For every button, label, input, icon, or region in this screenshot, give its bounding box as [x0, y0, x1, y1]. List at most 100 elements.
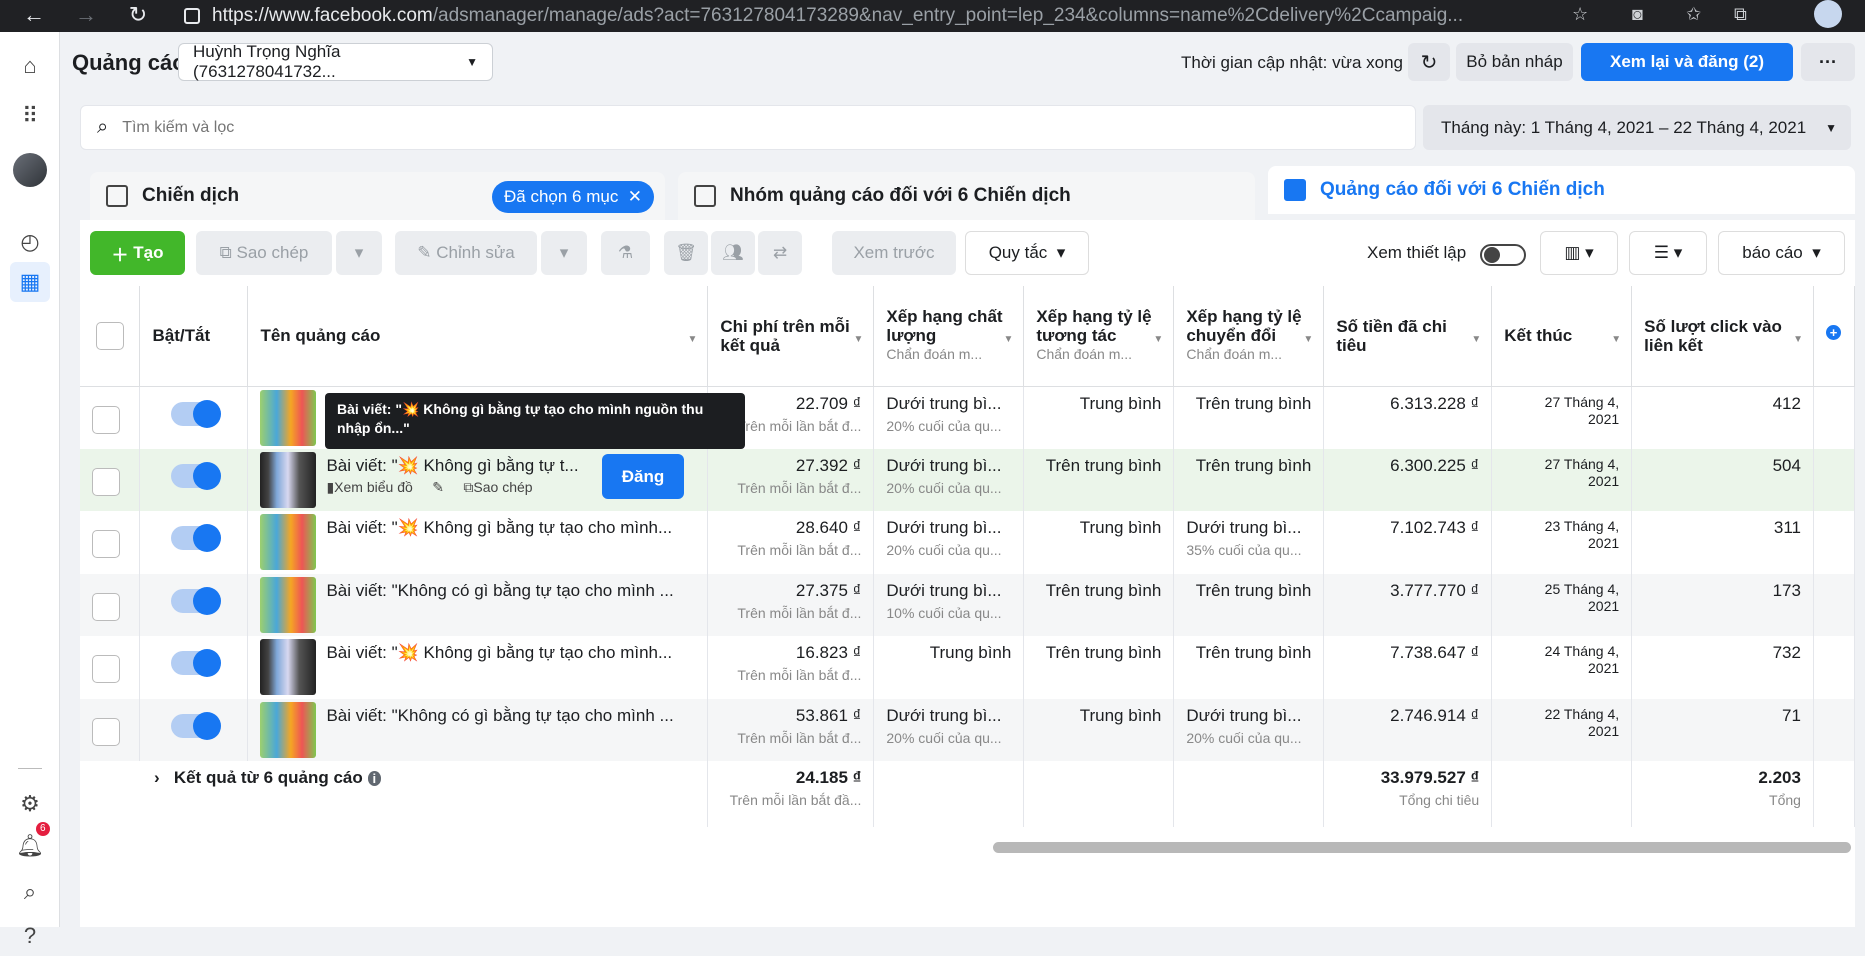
date-range-picker[interactable]: Tháng này: 1 Tháng 4, 2021 – 22 Tháng 4,…: [1423, 105, 1851, 150]
help-icon[interactable]: ?: [10, 916, 50, 956]
ad-name-cell[interactable]: Bài viết: "💥 Không gì bằng tự tạo cho mì…: [247, 636, 709, 699]
all-tools-icon[interactable]: ⠿: [10, 96, 50, 136]
row-checkbox[interactable]: [92, 655, 120, 683]
ad-toggle[interactable]: [170, 461, 221, 490]
home-icon[interactable]: ⌂: [10, 46, 50, 86]
ad-thumbnail: [260, 389, 317, 446]
duplicate-link[interactable]: Sao chép: [473, 479, 532, 495]
ad-toggle[interactable]: [170, 586, 221, 615]
tab-campaigns[interactable]: Chiến dịch Đã chọn 6 mục ✕: [90, 172, 665, 220]
search-input[interactable]: [122, 118, 1323, 137]
view-chart-link[interactable]: Xem biểu đồ: [334, 479, 413, 495]
address-bar[interactable]: https://www.facebook.com/adsmanager/mana…: [184, 0, 1554, 32]
refresh-button[interactable]: ↻: [1408, 43, 1450, 81]
row-checkbox[interactable]: [92, 592, 120, 621]
collections-icon[interactable]: ⧉: [1734, 4, 1747, 25]
edit-dropdown[interactable]: ▾: [541, 231, 587, 275]
edit-button[interactable]: ✎ Chỉnh sửa: [395, 231, 537, 275]
row-checkbox[interactable]: [92, 530, 120, 558]
row-checkbox[interactable]: [92, 405, 120, 434]
engagement-cell: Trung bình: [1023, 511, 1175, 574]
create-button[interactable]: ＋ Tạo: [90, 231, 185, 275]
table-row[interactable]: Bài viết: "Không có gì bằng tự tạo cho m…: [80, 698, 1856, 761]
delete-button[interactable]: 🗑︎: [664, 231, 708, 275]
discard-drafts-button[interactable]: Bỏ bản nháp: [1456, 43, 1573, 81]
reports-button[interactable]: báo cáo ▾: [1718, 231, 1845, 275]
col-quality[interactable]: Xếp hạng chất lượng Chẩn đoán m... ▼: [873, 286, 1025, 387]
search-icon[interactable]: ⌕: [10, 872, 50, 912]
col-name[interactable]: Tên quảng cáo ▼: [247, 286, 709, 387]
ad-name[interactable]: Bài viết: "Không có gì bằng tự tạo cho m…: [326, 706, 673, 726]
ad-toggle[interactable]: [170, 711, 221, 740]
pencil-icon[interactable]: ✎: [432, 479, 444, 495]
breakdown-button[interactable]: ☰ ▾: [1629, 231, 1707, 275]
publish-button[interactable]: Đăng: [602, 454, 684, 499]
row-checkbox[interactable]: [92, 717, 120, 746]
add-column-icon[interactable]: +: [1826, 325, 1841, 340]
account-selector[interactable]: Huỳnh Trọng Nghĩa (7631278041732... ▼: [178, 42, 493, 81]
tab-adsets[interactable]: Nhóm quảng cáo đối với 6 Chiến dịch: [678, 172, 1255, 220]
col-engagement[interactable]: Xếp hạng tỷ lệ tương tác Chẩn đoán m... ▼: [1023, 286, 1175, 387]
table-row[interactable]: Bài viết: "💥 Không gì bằng tự t... ▮Xem b…: [80, 448, 1856, 511]
ad-name-cell[interactable]: Bài viết: "💥 Không gì bằng tự tạo cho mì…: [247, 511, 709, 574]
add-favorite-icon[interactable]: ☆: [1572, 4, 1588, 25]
search-bar[interactable]: ⌕: [80, 105, 1416, 150]
select-all-checkbox[interactable]: [95, 321, 124, 350]
col-spent[interactable]: Số tiền đã chi tiêu ▼: [1323, 286, 1493, 387]
reload-icon[interactable]: ↻: [120, 2, 156, 28]
profile-avatar[interactable]: [10, 150, 50, 190]
col-cost-per-result[interactable]: Chi phí trên mỗi kết quả ▼: [707, 286, 875, 387]
ad-toggle[interactable]: [170, 649, 221, 677]
ad-toggle[interactable]: [170, 524, 221, 552]
ad-name[interactable]: Bài viết: "💥 Không gì bằng tự tạo cho mì…: [326, 518, 672, 538]
engagement-cell: Trên trung bình: [1023, 636, 1175, 699]
ads-panel: ＋ Tạo ⧉ Sao chép ▾ ✎ Chỉnh sửa ▾ ⚗ 🗑︎ 👥︎…: [80, 220, 1856, 927]
ends-cell: 25 Tháng 4, 2021: [1491, 573, 1633, 636]
duplicate-button[interactable]: ⧉ Sao chép: [196, 231, 332, 275]
chevron-right-icon[interactable]: ›: [154, 768, 160, 787]
close-icon[interactable]: ✕: [628, 187, 642, 207]
ad-name-cell[interactable]: Bài viết: "Không có gì bằng tự tạo cho m…: [247, 698, 709, 761]
ads-manager-icon[interactable]: ▦: [10, 262, 50, 302]
profile-icon[interactable]: [1814, 0, 1842, 28]
rules-button[interactable]: Quy tắc ▾: [965, 231, 1089, 275]
horizontal-scrollbar[interactable]: [993, 842, 1851, 853]
table-row[interactable]: Bài viết: "Không có gì bằng tự tạo cho m…: [80, 573, 1856, 636]
audience-button[interactable]: 👥︎: [711, 231, 755, 275]
view-setup-toggle[interactable]: [1480, 244, 1526, 266]
col-ends[interactable]: Kết thúc ▼: [1491, 286, 1633, 387]
forward-icon[interactable]: →: [68, 2, 104, 28]
notifications-icon[interactable]: 🔔︎ 6: [10, 822, 50, 866]
info-icon[interactable]: i: [367, 771, 382, 786]
conversion-cell: Dưới trung bì... 35% cuối của qu...: [1173, 511, 1325, 574]
dashboard-icon[interactable]: ◴: [10, 222, 50, 262]
ab-test-button[interactable]: ⚗: [601, 231, 650, 275]
col-quality-label: Xếp hạng chất lượng: [886, 307, 1003, 346]
col-toggle[interactable]: Bật/Tắt: [139, 286, 249, 387]
preview-button[interactable]: Xem trước: [832, 231, 956, 275]
tab-ads[interactable]: Quảng cáo đối với 6 Chiến dịch: [1268, 166, 1855, 214]
more-options-button[interactable]: ···: [1801, 43, 1855, 81]
ad-name[interactable]: Bài viết: "Không có gì bằng tự tạo cho m…: [326, 581, 673, 601]
table-row[interactable]: Bài viết: "💥 Không gì bằng tự tạo cho mì…: [80, 511, 1856, 574]
col-link-clicks[interactable]: Số lượt click vào liên kết ▼: [1631, 286, 1814, 387]
ad-name[interactable]: Bài viết: "💥 Không gì bằng tự t...: [326, 456, 578, 476]
camera-icon[interactable]: ◙: [1632, 4, 1643, 25]
ad-name-cell[interactable]: Bài viết: "Không có gì bằng tự tạo cho m…: [247, 573, 709, 636]
row-checkbox[interactable]: [92, 467, 120, 496]
favorites-icon[interactable]: ✩: [1686, 4, 1701, 25]
ad-toggle[interactable]: [170, 399, 221, 428]
back-icon[interactable]: ←: [16, 2, 52, 28]
duplicate-dropdown[interactable]: ▾: [336, 231, 382, 275]
review-publish-button[interactable]: Xem lại và đăng (2): [1581, 43, 1793, 81]
table-row[interactable]: Bài viết: "💥 Không gì bằng tự tạo cho mì…: [80, 636, 1856, 699]
ad-name[interactable]: Bài viết: "💥 Không gì bằng tự tạo cho mì…: [326, 643, 672, 663]
ad-icon: [1284, 179, 1306, 201]
ends-date: 22 Tháng 4,: [1544, 705, 1620, 722]
columns-button[interactable]: ▥ ▾: [1540, 231, 1618, 275]
settings-icon[interactable]: ⚙: [10, 784, 50, 824]
share-button[interactable]: ⇄: [758, 231, 802, 275]
col-conversion[interactable]: Xếp hạng tỷ lệ chuyển đổi Chẩn đoán m... ▼: [1173, 286, 1325, 387]
selected-chip[interactable]: Đã chọn 6 mục ✕: [492, 181, 655, 213]
reports-label: báo cáo: [1742, 243, 1803, 262]
